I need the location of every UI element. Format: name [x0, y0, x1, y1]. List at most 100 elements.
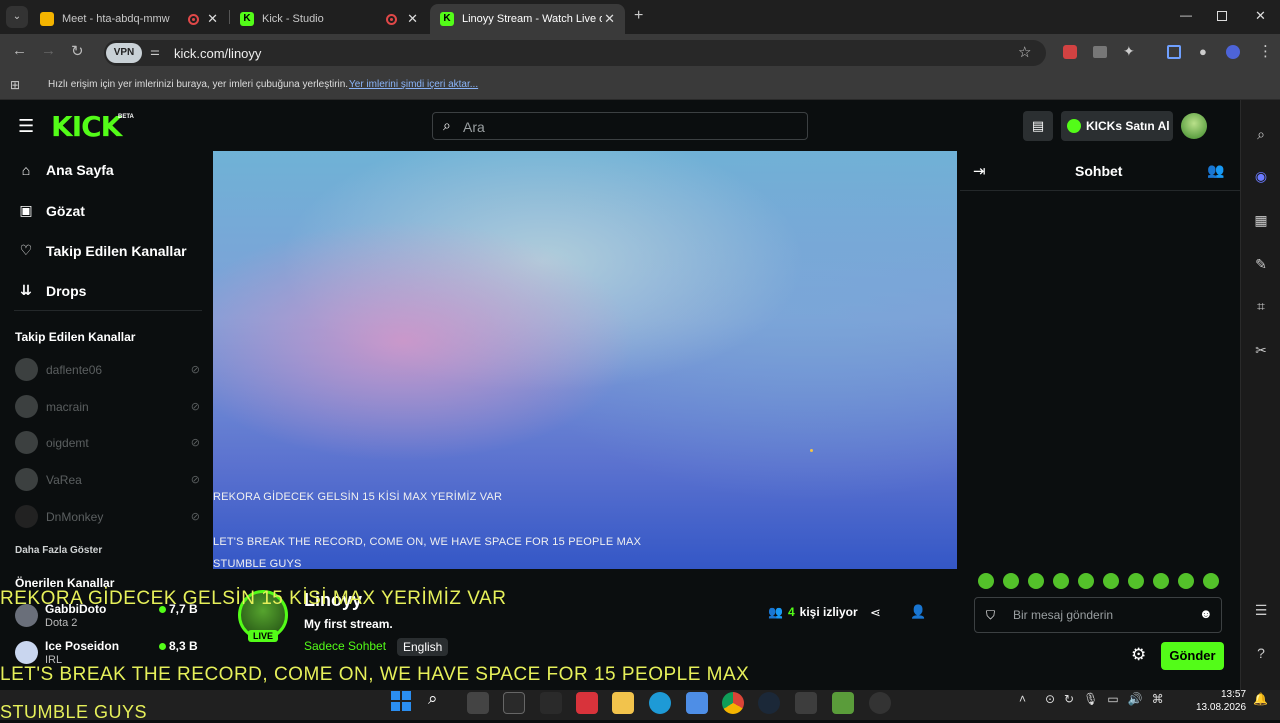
nav-browse[interactable]: ▣ Gözat [18, 202, 85, 219]
tab-kick-studio[interactable]: K Kick - Studio ✕ [230, 4, 428, 34]
notification-icon[interactable]: 🔔 [1253, 692, 1268, 706]
back-icon[interactable]: ← [12, 42, 27, 59]
nav-drops[interactable]: ⇊ Drops [18, 282, 86, 299]
gamepad-icon[interactable]: ⌗ [1252, 298, 1270, 315]
overlay-subtitle: REKORA GİDECEK GELSİN 15 KİSİ MAX YERİMİ… [0, 588, 507, 609]
tab-search-button[interactable]: ⌄ [6, 6, 28, 28]
nav-home[interactable]: ⌂ Ana Sayfa [18, 162, 114, 178]
close-window-icon[interactable]: ✕ [1255, 8, 1266, 24]
followed-channel-item[interactable]: macrain ⊘ [15, 395, 200, 418]
app-red-icon[interactable] [576, 692, 598, 714]
import-bookmarks-link[interactable]: Yer imlerini şimdi içeri aktar... [349, 79, 478, 90]
notes-icon[interactable]: ✎ [1252, 256, 1270, 273]
nav-label: Ana Sayfa [46, 162, 114, 178]
extension-adblock-icon[interactable] [1063, 45, 1077, 59]
store-icon[interactable] [686, 692, 708, 714]
user-avatar[interactable] [1181, 113, 1207, 139]
emoji-picker-icon[interactable]: ☻ [1199, 606, 1213, 621]
emote-icon[interactable] [1178, 573, 1194, 589]
file-explorer-icon[interactable] [612, 692, 634, 714]
forward-icon[interactable]: → [41, 42, 56, 59]
close-tab-icon[interactable]: ✕ [207, 11, 218, 27]
chat-settings-icon[interactable]: ⚙ [1131, 645, 1146, 665]
followed-channels-title: Takip Edilen Kanallar [15, 330, 136, 344]
chrome-icon[interactable] [722, 692, 744, 714]
vpn-badge[interactable]: VPN [106, 43, 142, 63]
chat-collapse-icon[interactable]: ⇥ [973, 162, 986, 180]
emote-icon[interactable] [1053, 573, 1069, 589]
emote-icon[interactable] [978, 573, 994, 589]
task-view-icon[interactable] [467, 692, 489, 714]
followed-channel-item[interactable]: oigdemt ⊘ [15, 431, 200, 454]
emote-icon[interactable] [1153, 573, 1169, 589]
followed-channel-item[interactable]: daflente06 ⊘ [15, 358, 200, 381]
app-icon[interactable] [540, 692, 562, 714]
clock-date[interactable]: 13.08.2026 [1196, 702, 1246, 713]
reload-icon[interactable]: ↻ [71, 42, 84, 60]
language-tag[interactable]: English [397, 638, 449, 656]
apps-grid-icon[interactable]: ⊞ [10, 78, 20, 92]
tab-linoyy-stream[interactable]: K Linoyy Stream - Watch Live on K ✕ [430, 4, 625, 34]
video-player[interactable]: REKORA GİDECEK GELSİN 15 KİSİ MAX YERİMİ… [213, 151, 957, 570]
dashboard-button[interactable]: ▤ [1023, 111, 1053, 141]
search-box[interactable]: ⌕ Ara [432, 112, 808, 140]
close-tab-icon[interactable]: ✕ [604, 11, 615, 27]
search-panel-icon[interactable]: ⌕ [1252, 126, 1270, 143]
followed-channel-item[interactable]: DnMonkey ⊘ [15, 505, 200, 528]
chat-input[interactable]: ⛉ Bir mesaj gönderin ☻ [974, 597, 1222, 633]
browser-menu-icon[interactable]: ⋮ [1258, 42, 1273, 60]
buy-kicks-button[interactable]: KICKs Satın Al [1061, 111, 1173, 141]
viewer-label: kişi izliyor [799, 605, 858, 619]
discord-icon[interactable]: ◉ [1252, 168, 1270, 185]
kick-logo[interactable]: KICK [51, 110, 122, 143]
tray-chevron-icon[interactable]: ˄ [1019, 692, 1026, 706]
minimize-window-icon[interactable]: — [1180, 8, 1192, 22]
chat-users-icon[interactable]: 👥 [1207, 162, 1224, 179]
calculator-icon[interactable]: ▦ [1252, 212, 1270, 229]
site-settings-icon[interactable]: ⚌ [150, 45, 160, 58]
emote-icon[interactable] [1128, 573, 1144, 589]
video-caption: STUMBLE GUYS [213, 558, 302, 570]
nav-following[interactable]: ♡ Takip Edilen Kanallar [18, 242, 187, 259]
app-icon[interactable] [832, 692, 854, 714]
followed-channel-item[interactable]: VaRea ⊘ [15, 468, 200, 491]
emote-icon[interactable] [1078, 573, 1094, 589]
start-icon[interactable] [391, 691, 411, 711]
new-tab-button[interactable]: + [634, 7, 643, 25]
emote-icon[interactable] [1103, 573, 1119, 589]
customize-icon[interactable]: ☰ [1252, 602, 1270, 619]
steam-icon[interactable] [758, 692, 780, 714]
tab-meet[interactable]: Meet - hta-abdq-mmw ✕ [30, 4, 228, 34]
video-caption: REKORA GİDECEK GELSİN 15 KİSİ MAX YERİMİ… [213, 491, 503, 503]
emote-icon[interactable] [1203, 573, 1219, 589]
channel-avatar [15, 358, 38, 381]
edge-icon[interactable] [649, 692, 671, 714]
clock-time[interactable]: 13:57 [1221, 689, 1246, 700]
taskbar-search-icon[interactable]: ⌕ [428, 689, 438, 709]
channel-avatar [15, 431, 38, 454]
show-more-link[interactable]: Daha Fazla Göster [15, 545, 102, 556]
close-tab-icon[interactable]: ✕ [407, 11, 418, 27]
side-panel-icon[interactable] [1167, 45, 1181, 59]
profile-icon[interactable]: ● [1199, 44, 1207, 59]
extensions-puzzle-icon[interactable]: ✦ [1123, 43, 1135, 60]
share-icon[interactable]: ⋖ [870, 605, 881, 621]
add-friend-icon[interactable]: 👤 [910, 604, 926, 620]
browser-icon[interactable] [795, 692, 817, 714]
emote-icon[interactable] [1003, 573, 1019, 589]
menu-hamburger-icon[interactable]: ☰ [18, 116, 34, 137]
address-bar[interactable]: VPN ⚌ kick.com/linoyy ☆ [104, 40, 1046, 66]
tools-icon[interactable]: ✂ [1252, 342, 1270, 359]
send-button[interactable]: Gönder [1161, 642, 1224, 670]
bookmark-star-icon[interactable]: ☆ [1018, 43, 1031, 61]
help-icon[interactable]: ? [1252, 645, 1270, 661]
extension-video-icon[interactable] [1093, 46, 1107, 58]
app-icon[interactable] [503, 692, 525, 714]
stream-category-link[interactable]: Sadece Sohbet [304, 639, 386, 653]
emote-icon[interactable] [1028, 573, 1044, 589]
maximize-window-icon[interactable] [1217, 11, 1227, 21]
obs-icon[interactable] [869, 692, 891, 714]
chat-title: Sohbet [1075, 163, 1123, 179]
shield-extension-icon[interactable] [1226, 45, 1240, 59]
url-text[interactable]: kick.com/linoyy [174, 46, 261, 61]
